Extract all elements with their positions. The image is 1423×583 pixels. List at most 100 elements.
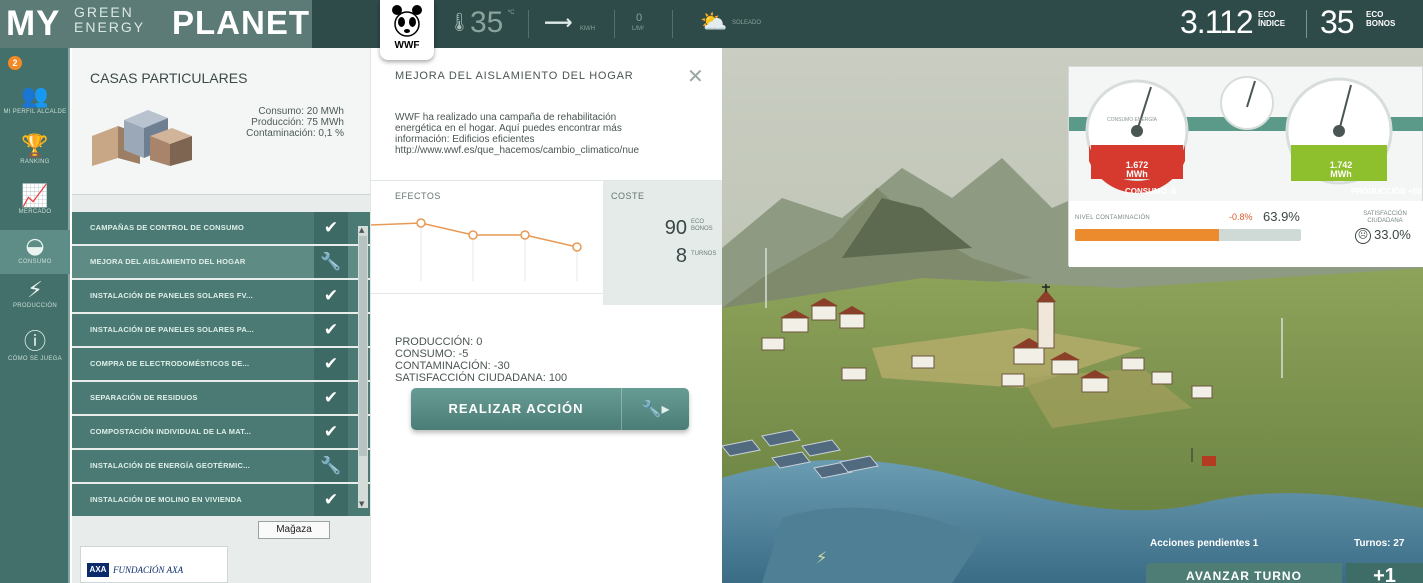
sidebar-item-consumo[interactable]: ◒ CONSUMO	[0, 230, 70, 274]
category-stats: Consumo: 20 MWh Producción: 75 MWh Conta…	[212, 106, 344, 139]
divider	[1306, 10, 1307, 38]
middle-gauge-value: 4%	[1235, 119, 1247, 128]
pending-actions: Acciones pendientes 1	[1150, 538, 1259, 549]
action-list: CAMPAÑAS DE CONTROL DE CONSUMO ✔ MEJORA D…	[72, 212, 370, 518]
effects-list: PRODUCCIÓN: 0 CONSUMO: -5 CONTAMINACIÓN:…	[395, 336, 567, 384]
temperature-value: 35	[470, 6, 504, 39]
logo-green-energy: GREEN ENERGY	[74, 4, 146, 35]
mayor-icon: 👥	[21, 84, 49, 109]
notification-badge: 2	[8, 56, 22, 70]
consumo-gauge-title: CONSUMO ENERGÍA	[1107, 117, 1158, 123]
store-button[interactable]: Mağaza	[258, 521, 330, 539]
wind-unit: km/h	[580, 26, 595, 32]
action-item-electrodomesticos[interactable]: COMPRA DE ELECTRODOMÉSTICOS DE... ✔	[72, 348, 370, 380]
axa-logo: AXA	[87, 563, 109, 577]
eco-bonos-label: ECO BONOS	[1366, 10, 1396, 28]
action-item-campanas[interactable]: CAMPAÑAS DE CONTROL DE CONSUMO ✔	[72, 212, 370, 244]
logo-planet: PLANET	[172, 4, 310, 41]
category-header: CASAS PARTICULARES Consumo: 20 MWh Produ…	[72, 48, 370, 195]
logo-my: MY	[6, 4, 61, 43]
action-item-residuos[interactable]: SEPARACIÓN DE RESIDUOS ✔	[72, 382, 370, 414]
cost-eco-value: 90	[664, 217, 687, 239]
wwf-logo[interactable]: WWF	[380, 0, 434, 60]
detail-title: MEJORA DEL AISLAMIENTO DEL HOGAR	[395, 70, 634, 82]
contaminacion-stat: Contaminación: 0,1 %	[246, 128, 344, 139]
sidebar-item-label: MERCADO	[18, 209, 52, 215]
eco-index-label: ECO ÍNDICE	[1258, 10, 1286, 28]
produccion-label: PRODUCCIÓN +50	[1351, 187, 1422, 196]
satisfaction-value: ☹ 33.0%	[1355, 227, 1411, 244]
divider	[672, 10, 673, 38]
svg-text:⚡: ⚡	[816, 548, 827, 567]
done-check-icon: ✔	[314, 280, 348, 312]
divider	[528, 10, 529, 38]
detail-description: WWF ha realizado una campaña de rehabili…	[395, 112, 640, 156]
action-item-geotermica[interactable]: INSTALACIÓN DE ENERGÍA GEOTÉRMIC... 🔧	[72, 450, 370, 482]
divider	[614, 10, 615, 38]
done-check-icon: ✔	[314, 348, 348, 380]
sad-face-icon: ☹	[1355, 227, 1371, 244]
market-chart-icon: 📈	[21, 184, 49, 209]
category-title: CASAS PARTICULARES	[90, 70, 248, 86]
sidebar-item-label: PRODUCCIÓN	[12, 303, 57, 309]
eco-index-value: 3.112	[1180, 4, 1254, 40]
done-check-icon: ✔	[314, 416, 348, 448]
sidebar-item-label: CÓMO SE JUEGA	[8, 356, 62, 362]
info-icon: ⓘ	[23, 330, 46, 355]
game-logo[interactable]: MY GREEN ENERGY PLANET	[0, 0, 312, 48]
action-item-paneles-fv[interactable]: INSTALACIÓN DE PANELES SOLARES FV... ✔	[72, 280, 370, 312]
close-icon[interactable]: ✕	[687, 64, 704, 88]
sidebar-item-mercado[interactable]: 📈 MERCADO	[0, 184, 70, 215]
rain-unit: l/m²	[632, 26, 644, 32]
scroll-down-icon[interactable]: ▼	[359, 500, 364, 508]
gauges-graphic	[1085, 76, 1393, 193]
plus-one-button[interactable]: +1	[1346, 563, 1423, 583]
done-check-icon: ✔	[314, 484, 348, 516]
actions-panel: CASAS PARTICULARES Consumo: 20 MWh Produ…	[72, 48, 370, 583]
cost-turnos-value: 8	[675, 245, 687, 267]
wwf-label: WWF	[394, 40, 420, 51]
eco-bonos: 35 ECO BONOS	[1320, 4, 1395, 41]
eco-bonos-value: 35	[1320, 4, 1355, 40]
effect-consumo: CONSUMO: -5	[395, 348, 469, 360]
temperature-unit: ºC	[508, 10, 515, 16]
sidebar-item-como-se-juega[interactable]: ⓘ CÓMO SE JUEGA	[0, 324, 70, 362]
scroll-up-icon[interactable]: ▲	[359, 226, 364, 234]
realizar-accion-label: REALIZAR ACCIÓN	[448, 401, 584, 416]
realizar-accion-button[interactable]: REALIZAR ACCIÓN 🔧▸	[411, 388, 689, 430]
wrench-icon: 🔧	[314, 450, 348, 482]
plus-one-label: +1	[1373, 565, 1396, 583]
pollution-bar	[1075, 229, 1301, 241]
trophy-icon: 🏆	[21, 134, 49, 159]
avanzar-turno-label: AVANZAR TURNO	[1186, 569, 1302, 583]
sponsor-label: FUNDACIÓN AXA	[113, 565, 184, 575]
pollution-delta: -0.8%	[1229, 212, 1253, 222]
done-check-icon: ✔	[314, 382, 348, 414]
effects-point	[468, 230, 478, 240]
action-item-paneles-pa[interactable]: INSTALACIÓN DE PANELES SOLARES PA... ✔	[72, 314, 370, 346]
consumo-stat: Consumo: 20 MWh	[258, 106, 344, 117]
sun-cloud-icon: ⛅	[700, 10, 728, 35]
sidebar-item-ranking[interactable]: 🏆 RANKING	[0, 134, 70, 165]
action-item-compostacion[interactable]: COMPOSTACIÓN INDIVIDUAL DE LA MAT... ✔	[72, 416, 370, 448]
consumo-gauge-value: 1.672 MWh	[1125, 160, 1149, 179]
scrollbar-thumb[interactable]	[359, 236, 367, 456]
action-item-aislamiento[interactable]: MEJORA DEL AISLAMIENTO DEL HOGAR 🔧	[72, 246, 370, 278]
wind-arrow-icon: ⟶	[544, 10, 573, 34]
effects-cost-box: EFECTOS COSTE 90 ECO BONOS 8 TURNOS	[371, 180, 723, 305]
sidebar-item-label: CONSUMO	[18, 259, 52, 265]
done-check-icon: ✔	[314, 314, 348, 346]
action-list-scrollbar[interactable]: ▲ ▼	[358, 226, 368, 508]
avanzar-turno-button[interactable]: AVANZAR TURNO	[1146, 563, 1342, 583]
action-detail-panel: MEJORA DEL AISLAMIENTO DEL HOGAR ✕ WWF h…	[370, 48, 723, 583]
effect-produccion: PRODUCCIÓN: 0	[395, 336, 483, 348]
sidebar-item-produccion[interactable]: ⚡ PRODUCCIÓN	[0, 278, 70, 309]
wrench-arrow-icon: 🔧▸	[621, 388, 689, 430]
sidebar-item-perfil[interactable]: 👥 MI PERFIL ALCALDE	[0, 84, 70, 115]
effects-point	[572, 242, 582, 252]
sponsor-logo[interactable]: AXA FUNDACIÓN AXA	[80, 546, 228, 583]
action-item-molino[interactable]: INSTALACIÓN DE MOLINO EN VIVIENDA ✔	[72, 484, 370, 516]
consumo-label: CONSUMO -5	[1125, 187, 1177, 196]
cost-turnos-unit: TURNOS	[691, 251, 717, 257]
turns-counter: Turnos: 27	[1354, 538, 1405, 549]
